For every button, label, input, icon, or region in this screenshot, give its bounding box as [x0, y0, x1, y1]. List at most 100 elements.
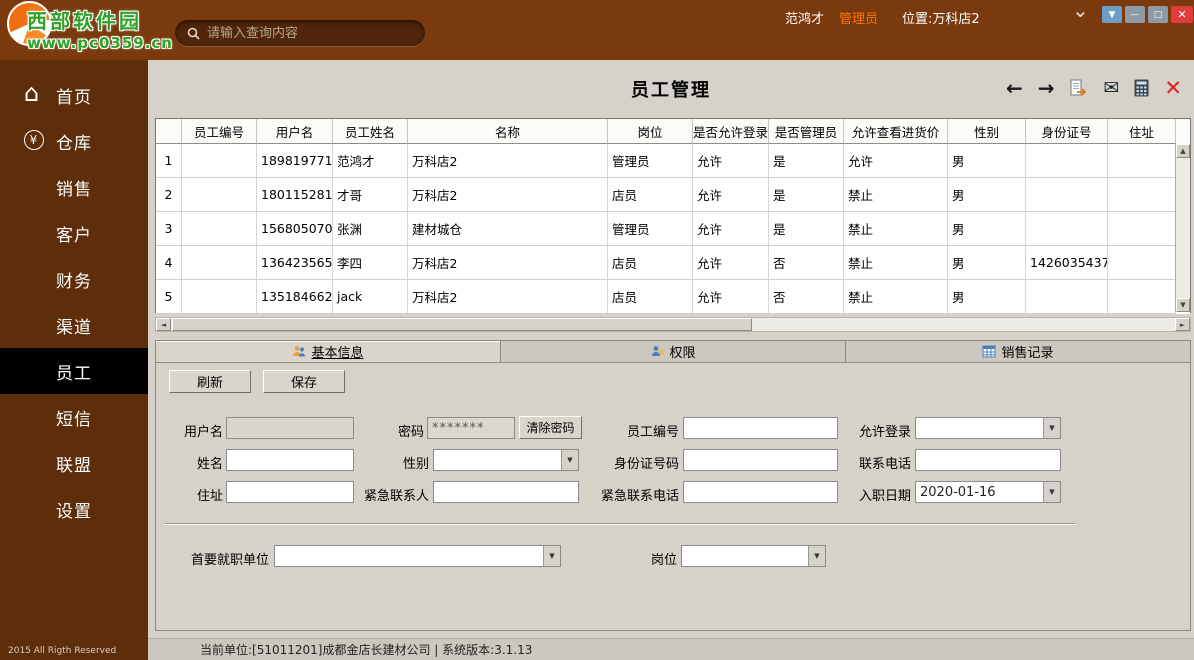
sidebar-item-短信[interactable]: 短信 [0, 394, 148, 440]
refresh-button[interactable]: 刷新 [169, 370, 251, 393]
column-header[interactable]: 用户名 [257, 119, 333, 144]
table-cell: 否 [769, 280, 844, 314]
table-cell: 2 [156, 178, 182, 212]
column-header[interactable]: 性别 [948, 119, 1026, 144]
table-row[interactable]: 118981977117范鸿才万科店2管理员允许是允许男 [156, 144, 1190, 178]
scroll-right-icon[interactable]: ► [1175, 318, 1190, 331]
table-row[interactable]: 413642356578李四万科店2店员允许否禁止男1426035437 [156, 246, 1190, 280]
table-vertical-scrollbar[interactable]: ▲ ▼ [1175, 144, 1190, 312]
scroll-up-icon[interactable]: ▲ [1176, 144, 1190, 158]
tab-权限[interactable]: 权限 [501, 340, 846, 363]
column-header[interactable]: 住址 [1108, 119, 1176, 144]
gender-select[interactable]: ▼ [433, 449, 579, 471]
table-cell: 13642356578 [257, 246, 333, 280]
title-bar: 西部软件园 www.pc0359.cn 范鸿才 管理员 位置:万科店2 ⌄ ▼ … [0, 0, 1194, 60]
sidebar-item-员工[interactable]: 员工 [0, 348, 148, 394]
gender-label: 性别 [323, 453, 429, 472]
table-cell: jack [333, 280, 408, 314]
column-header[interactable]: 身份证号 [1026, 119, 1108, 144]
tab-销售记录[interactable]: 销售记录 [846, 340, 1191, 363]
forward-icon[interactable]: → [1038, 76, 1055, 100]
dropdown-button[interactable]: ▼ [1102, 6, 1122, 23]
home-icon: ⌂ [24, 79, 40, 107]
user-role-badge: 管理员 [839, 8, 878, 27]
table-cell [182, 246, 257, 280]
emergency-contact-input[interactable] [433, 481, 579, 503]
address-label: 住址 [163, 485, 223, 504]
chevron-down-icon[interactable]: ▼ [1043, 418, 1060, 438]
sidebar-item-首页[interactable]: ⌂ 首页 [0, 72, 148, 118]
password-input[interactable] [427, 417, 515, 439]
table-cell: 1 [156, 144, 182, 178]
sidebar-item-label: 首页 [56, 83, 92, 108]
search-box[interactable] [175, 20, 425, 46]
table-cell: 15680507010 [257, 212, 333, 246]
table-cell: 18981977117 [257, 144, 333, 178]
tab-strip: 基本信息权限销售记录 [155, 340, 1191, 363]
sidebar-item-财务[interactable]: 财务 [0, 256, 148, 302]
table-cell: 管理员 [608, 144, 693, 178]
primary-unit-select[interactable]: ▼ [274, 545, 561, 567]
scroll-left-icon[interactable]: ◄ [156, 318, 171, 331]
employee-id-label: 员工编号 [571, 421, 679, 440]
save-button[interactable]: 保存 [263, 370, 345, 393]
scrollbar-thumb[interactable] [172, 318, 752, 331]
table-horizontal-scrollbar[interactable]: ◄ ► [155, 317, 1191, 332]
scroll-down-icon[interactable]: ▼ [1176, 298, 1190, 312]
column-header[interactable]: 员工编号 [182, 119, 257, 144]
status-bar: 当前单位:[51011201]成都金店长建材公司 | 系统版本:3.1.13 [148, 638, 1194, 660]
allow-login-select[interactable]: ▼ [915, 417, 1061, 439]
table-cell: 允许 [693, 144, 769, 178]
table-cell [1108, 246, 1176, 280]
position-select[interactable]: ▼ [681, 545, 826, 567]
back-icon[interactable]: ← [1006, 76, 1023, 100]
export-icon[interactable] [1069, 79, 1088, 98]
column-header[interactable] [156, 119, 182, 144]
table-cell: 是 [769, 144, 844, 178]
tab-基本信息[interactable]: 基本信息 [155, 340, 501, 363]
table-cell: 18011528128 [257, 178, 333, 212]
mail-icon[interactable]: ✉ [1103, 77, 1119, 99]
column-header[interactable]: 员工姓名 [333, 119, 408, 144]
column-header[interactable]: 是否管理员 [769, 119, 844, 144]
close-page-icon[interactable]: ✕ [1164, 76, 1182, 100]
table-header-row: 员工编号用户名员工姓名名称岗位是否允许登录是否管理员允许查看进货价性别身份证号住… [156, 119, 1190, 144]
employee-table: 员工编号用户名员工姓名名称岗位是否允许登录是否管理员允许查看进货价性别身份证号住… [155, 118, 1191, 313]
sidebar-item-客户[interactable]: 客户 [0, 210, 148, 256]
sidebar-item-仓库[interactable]: ¥仓库 [0, 118, 148, 164]
contact-phone-input[interactable] [915, 449, 1061, 471]
sidebar-item-销售[interactable]: 销售 [0, 164, 148, 210]
sidebar-item-label: 仓库 [56, 129, 92, 154]
column-header[interactable]: 是否允许登录 [693, 119, 769, 144]
hire-date-picker[interactable]: 2020-01-16 ▼ [915, 481, 1061, 503]
maximize-button[interactable]: □ [1148, 6, 1168, 23]
table-row[interactable]: 218011528128才哥万科店2店员允许是禁止男 [156, 178, 1190, 212]
column-header[interactable]: 岗位 [608, 119, 693, 144]
search-input[interactable] [207, 26, 413, 41]
table-cell: 允许 [693, 178, 769, 212]
watermark: 西部软件园 www.pc0359.cn [27, 5, 173, 52]
table-cell [1026, 212, 1108, 246]
chevron-down-icon[interactable]: ▼ [1043, 482, 1060, 502]
table-row[interactable]: 513518466217jack万科店2店员允许否禁止男 [156, 280, 1190, 314]
table-cell: 男 [948, 144, 1026, 178]
table-cell [182, 212, 257, 246]
column-header[interactable]: 名称 [408, 119, 608, 144]
minimize-button[interactable]: — [1125, 6, 1145, 23]
sidebar-item-联盟[interactable]: 联盟 [0, 440, 148, 486]
sidebar-item-label: 短信 [56, 405, 92, 430]
table-cell [1108, 178, 1176, 212]
sidebar-item-渠道[interactable]: 渠道 [0, 302, 148, 348]
table-cell [1026, 280, 1108, 314]
user-name[interactable]: 范鸿才 [785, 8, 824, 27]
chevron-down-icon[interactable]: ⌄ [1072, 0, 1089, 22]
search-icon [187, 27, 200, 40]
sidebar-item-设置[interactable]: 设置 [0, 486, 148, 532]
calculator-icon[interactable] [1134, 79, 1149, 97]
chevron-down-icon[interactable]: ▼ [543, 546, 560, 566]
chevron-down-icon[interactable]: ▼ [808, 546, 825, 566]
table-cell: 张渊 [333, 212, 408, 246]
column-header[interactable]: 允许查看进货价 [844, 119, 948, 144]
table-row[interactable]: 315680507010张渊建材城仓管理员允许是禁止男 [156, 212, 1190, 246]
close-button[interactable]: ✕ [1171, 6, 1193, 23]
